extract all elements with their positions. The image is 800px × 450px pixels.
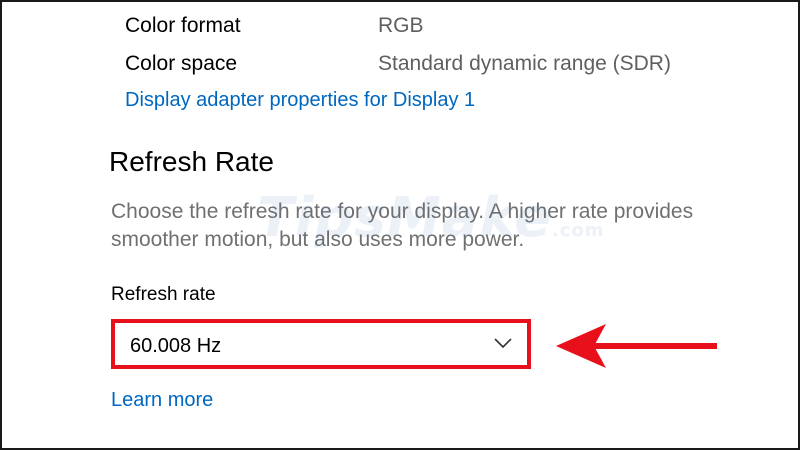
- color-format-label: Color format: [125, 14, 241, 37]
- refresh-rate-field-label: Refresh rate: [111, 284, 216, 305]
- refresh-rate-description: Choose the refresh rate for your display…: [111, 200, 694, 251]
- window-frame: Color format RGB Color space Standard dy…: [0, 0, 800, 450]
- color-space-row: Color space Standard dynamic range (SDR): [125, 52, 671, 76]
- refresh-rate-section-title: Refresh Rate: [109, 146, 274, 177]
- color-space-label: Color space: [125, 52, 238, 75]
- refresh-rate-dropdown[interactable]: 60.008 Hz: [111, 319, 531, 369]
- learn-more-link[interactable]: Learn more: [111, 389, 213, 412]
- display-adapter-properties-link[interactable]: Display adapter properties for Display 1: [125, 89, 475, 112]
- chevron-down-icon: [494, 338, 512, 349]
- color-format-row: Color format RGB: [125, 14, 424, 38]
- red-arrow-left-icon: [556, 324, 717, 368]
- refresh-rate-selected-value: 60.008 Hz: [130, 335, 222, 357]
- color-format-value: RGB: [378, 14, 424, 37]
- color-space-value: Standard dynamic range (SDR): [378, 52, 671, 75]
